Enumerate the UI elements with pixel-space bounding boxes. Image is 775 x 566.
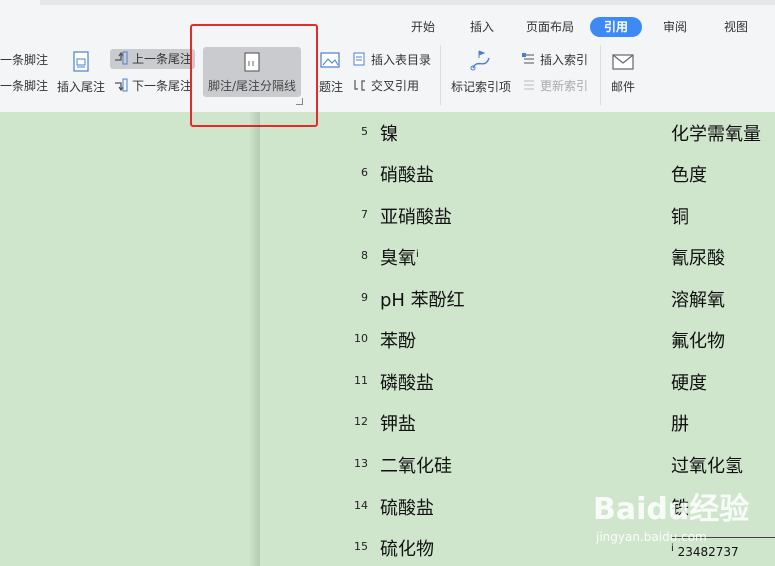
row-number: 15 xyxy=(354,540,368,553)
watermark-logo: Baidu经验 xyxy=(593,492,750,527)
row-right-text[interactable]: 铜 xyxy=(671,203,689,229)
insert-table-of-figures-button[interactable]: 插入表目录 xyxy=(352,50,431,70)
mark-index-entry-button[interactable]: 标记索引项 xyxy=(448,48,514,95)
row-left-text[interactable]: 二氧化硅 xyxy=(380,452,452,478)
footnote-mark: i xyxy=(671,543,674,554)
row-number: 9 xyxy=(361,291,368,304)
row-left-text[interactable]: 磷酸盐 xyxy=(380,369,434,395)
cross-reference-label: 交叉引用 xyxy=(371,79,420,93)
update-index-icon xyxy=(524,80,534,90)
cross-reference-icon xyxy=(354,80,365,91)
tab-review[interactable]: 审阅 xyxy=(655,17,695,37)
row-number: 14 xyxy=(354,499,368,512)
mark-index-label: 标记索引项 xyxy=(450,80,511,94)
insert-toc-label: 插入表目录 xyxy=(371,53,432,67)
prev-endnote-label: 上一条尾注 xyxy=(132,52,193,66)
prev-endnote-icon xyxy=(115,51,128,65)
tab-view[interactable]: 视图 xyxy=(716,17,756,37)
ribbon-top-strip xyxy=(40,0,775,5)
row-number: 5 xyxy=(361,125,368,138)
mail-icon xyxy=(612,54,634,70)
table-of-figures-icon xyxy=(353,52,365,66)
endnote-icon xyxy=(73,51,89,72)
caption-icon xyxy=(320,52,340,68)
row-number: 11 xyxy=(354,374,368,387)
footnote-reference-mark[interactable]: i xyxy=(416,249,419,260)
caption-label: 题注 xyxy=(318,80,343,94)
row-left-text[interactable]: 亚硝酸盐 xyxy=(380,203,452,229)
prev-endnote-button[interactable]: 上一条尾注 xyxy=(110,49,196,69)
mail-label: 邮件 xyxy=(610,80,635,94)
row-left-text[interactable]: 臭氧i xyxy=(380,244,419,270)
next-endnote-button[interactable]: 下一条尾注 xyxy=(113,76,192,96)
ribbon-separator xyxy=(600,45,601,105)
insert-index-icon xyxy=(522,53,534,64)
update-index-button[interactable]: 更新索引 xyxy=(521,76,588,96)
row-right-text[interactable]: 溶解氧 xyxy=(671,286,725,312)
footnote[interactable]: i 23482737 xyxy=(671,543,739,559)
insert-caption-button[interactable]: 题注 xyxy=(318,50,344,95)
mail-button[interactable]: 邮件 xyxy=(606,50,640,95)
row-number: 8 xyxy=(361,249,368,262)
update-index-label: 更新索引 xyxy=(540,79,589,93)
row-left-text-value: 臭氧 xyxy=(380,248,416,269)
tab-references[interactable]: 引用 xyxy=(590,17,642,37)
row-left-text[interactable]: 钾盐 xyxy=(380,410,416,436)
insert-index-label: 插入索引 xyxy=(540,53,589,67)
next-endnote-label: 下一条尾注 xyxy=(132,79,193,93)
insert-endnote-label: 插入尾注 xyxy=(56,80,105,94)
row-left-text[interactable]: 硝酸盐 xyxy=(380,161,434,187)
row-right-text[interactable]: 氟化物 xyxy=(671,327,725,353)
row-left-text[interactable]: 硫酸盐 xyxy=(380,494,434,520)
row-number: 10 xyxy=(354,332,368,345)
next-endnote-icon xyxy=(115,78,128,92)
row-number: 6 xyxy=(361,166,368,179)
row-right-text[interactable]: 硬度 xyxy=(671,369,707,395)
row-left-text[interactable]: 苯酚 xyxy=(380,327,416,353)
row-right-text[interactable]: 色度 xyxy=(671,161,707,187)
next-footnote-button[interactable]: 一条脚注 xyxy=(0,76,48,96)
ribbon-separator xyxy=(440,45,441,105)
row-right-text[interactable]: 肼 xyxy=(671,410,689,436)
footnote-text: 23482737 xyxy=(677,545,739,559)
insert-endnote-button[interactable]: 插入尾注 xyxy=(53,50,109,95)
row-left-text[interactable]: 硫化物 xyxy=(380,535,434,561)
row-number: 12 xyxy=(354,415,368,428)
page-edge-shadow xyxy=(250,112,260,566)
insert-footnote-button[interactable]: 一条脚注 xyxy=(0,50,48,70)
insert-index-button[interactable]: 插入索引 xyxy=(521,50,588,70)
row-left-text[interactable]: pH 苯酚红 xyxy=(380,286,465,312)
tab-page-layout[interactable]: 页面布局 xyxy=(520,17,580,37)
cross-reference-button[interactable]: 交叉引用 xyxy=(352,76,419,96)
tab-home[interactable]: 开始 xyxy=(404,17,442,37)
row-left-text[interactable]: 镍 xyxy=(380,120,398,146)
row-number: 13 xyxy=(354,457,368,470)
ribbon: 开始 插入 页面布局 引用 审阅 视图 一条脚注 一条脚注 插入尾注 上一条尾注… xyxy=(0,0,775,127)
tab-insert[interactable]: 插入 xyxy=(463,17,501,37)
watermark-url: jingyan.baidu.com xyxy=(596,530,707,544)
row-right-text[interactable]: 氰尿酸 xyxy=(671,244,725,270)
row-right-text[interactable]: 化学需氧量 xyxy=(671,120,761,146)
mark-index-icon xyxy=(470,50,490,71)
row-right-text[interactable]: 过氧化氢 xyxy=(671,452,743,478)
row-number: 7 xyxy=(361,208,368,221)
